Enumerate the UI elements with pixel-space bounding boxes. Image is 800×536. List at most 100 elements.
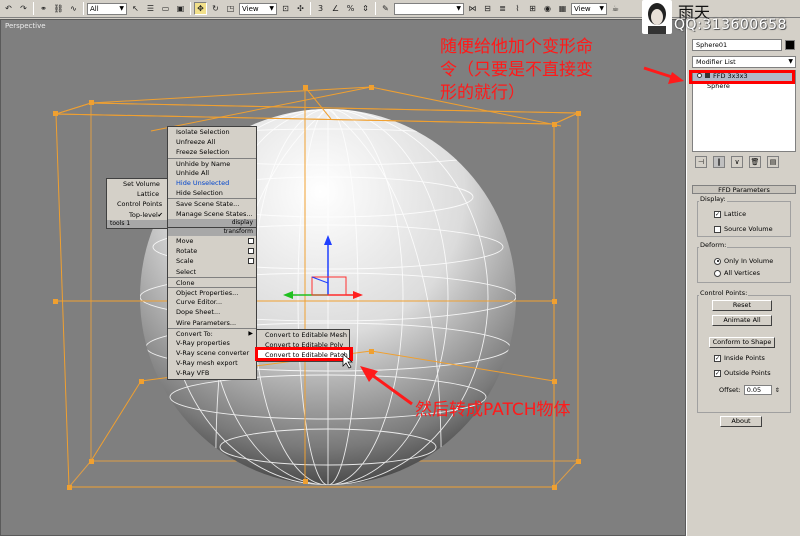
render-view-dropdown[interactable]: View ▼ bbox=[571, 2, 607, 15]
outside-points-checkbox[interactable]: ✓ Outside Points bbox=[714, 369, 771, 377]
redo-icon[interactable]: ↷ bbox=[17, 2, 30, 15]
angle-snap-icon[interactable]: ∠ bbox=[329, 2, 342, 15]
bind-spacewarp-icon[interactable]: ∿ bbox=[67, 2, 80, 15]
menu-item-vray-properties[interactable]: V-Ray properties bbox=[168, 338, 256, 348]
mirror-icon[interactable]: ⋈ bbox=[466, 2, 479, 15]
ffd-parameters-rollout[interactable]: FFD Parameters bbox=[692, 185, 796, 194]
select-object-icon[interactable]: ↖ bbox=[129, 2, 142, 15]
menu-item-label: Lattice bbox=[137, 190, 160, 199]
menu-item-set-volume[interactable]: Set Volume bbox=[107, 179, 167, 189]
menu-item-unhide-all[interactable]: Unhide All bbox=[168, 168, 256, 178]
menu-item-save-scene-state[interactable]: Save Scene State... bbox=[168, 198, 256, 208]
stack-item-label: Sphere bbox=[707, 82, 730, 90]
menu-item-vray-scene-converter[interactable]: V-Ray scene converter bbox=[168, 348, 256, 358]
rotate-icon[interactable]: ↻ bbox=[209, 2, 222, 15]
menu-item-hide-selection[interactable]: Hide Selection bbox=[168, 188, 256, 198]
menu-item-isolate-selection[interactable]: Isolate Selection bbox=[168, 127, 256, 137]
menu-item-unhide-by-name[interactable]: Unhide by Name bbox=[168, 157, 256, 168]
material-editor-icon[interactable]: ◉ bbox=[541, 2, 554, 15]
scale-icon[interactable]: ◳ bbox=[224, 2, 237, 15]
menu-item-convert-to[interactable]: Convert To: ▶ bbox=[168, 327, 256, 338]
bulb-icon[interactable] bbox=[697, 73, 702, 78]
about-button[interactable]: About bbox=[720, 416, 762, 427]
menu-item-label: Save Scene State... bbox=[176, 200, 240, 209]
select-manipulate-icon[interactable]: ✣ bbox=[294, 2, 307, 15]
offset-spinner[interactable]: Offset: 0.05 ⇕ bbox=[719, 385, 780, 395]
spinner-arrows-icon[interactable]: ⇕ bbox=[775, 387, 780, 394]
menu-item-convert-editable-mesh[interactable]: Convert to Editable Mesh bbox=[257, 330, 349, 340]
menu-item-label: Curve Editor... bbox=[176, 298, 223, 307]
select-by-name-icon[interactable]: ☰ bbox=[144, 2, 157, 15]
schematic-view-icon[interactable]: ⊞ bbox=[526, 2, 539, 15]
snap-toggle-icon[interactable]: 3 bbox=[314, 2, 327, 15]
object-name-field[interactable]: Sphere01 bbox=[692, 39, 782, 51]
pivot-center-icon[interactable]: ⊡ bbox=[279, 2, 292, 15]
modifier-list-dropdown[interactable]: Modifier List ▼ bbox=[692, 56, 796, 68]
menu-item-vray-mesh-export[interactable]: V-Ray mesh export bbox=[168, 358, 256, 368]
animate-all-button[interactable]: Animate All bbox=[712, 315, 772, 326]
menu-item-clone[interactable]: Clone bbox=[168, 276, 256, 287]
unlink-icon[interactable]: ⛓ bbox=[52, 2, 65, 15]
settings-box-icon[interactable] bbox=[248, 238, 254, 244]
make-unique-icon[interactable]: ∨ bbox=[731, 156, 743, 168]
pin-stack-icon[interactable]: ⊣ bbox=[695, 156, 707, 168]
source-volume-checkbox[interactable]: Source Volume bbox=[714, 225, 773, 233]
stack-item-ffd[interactable]: FFD 3x3x3 bbox=[693, 71, 795, 81]
object-color-swatch[interactable] bbox=[785, 40, 795, 50]
move-icon[interactable]: ✥ bbox=[194, 2, 207, 15]
menu-item-hide-unselected[interactable]: Hide Unselected bbox=[168, 178, 256, 188]
all-vertices-radio[interactable]: All Vertices bbox=[714, 269, 760, 277]
rect-selection-icon[interactable]: ▭ bbox=[159, 2, 172, 15]
lattice-checkbox[interactable]: ✓ Lattice bbox=[714, 210, 746, 218]
named-selection-icon[interactable]: ✎ bbox=[379, 2, 392, 15]
curve-editor-icon[interactable]: ⌇ bbox=[511, 2, 524, 15]
undo-icon[interactable]: ↶ bbox=[2, 2, 15, 15]
quad-menu-tools1: Set Volume Lattice Control Points Top-le… bbox=[106, 178, 168, 229]
inside-points-checkbox[interactable]: ✓ Inside Points bbox=[714, 354, 765, 362]
menu-item-convert-editable-patch[interactable]: Convert to Editable Patch bbox=[257, 350, 349, 361]
remove-modifier-icon[interactable]: 🗑 bbox=[749, 156, 761, 168]
conform-to-shape-button[interactable]: Conform to Shape bbox=[709, 337, 775, 348]
menu-item-move[interactable]: Move bbox=[168, 236, 256, 246]
menu-item-top-level[interactable]: Top-level ✔ bbox=[107, 210, 167, 220]
render-setup-icon[interactable]: ▦ bbox=[556, 2, 569, 15]
menu-item-control-points[interactable]: Control Points bbox=[107, 199, 167, 209]
quick-render-icon[interactable]: ☕ bbox=[609, 2, 622, 15]
menu-item-convert-editable-poly[interactable]: Convert to Editable Poly bbox=[257, 340, 349, 350]
menu-item-scale[interactable]: Scale bbox=[168, 256, 256, 266]
menu-item-freeze-selection[interactable]: Freeze Selection bbox=[168, 147, 256, 157]
modifier-stack[interactable]: FFD 3x3x3 Sphere bbox=[692, 70, 796, 152]
align-icon[interactable]: ⊟ bbox=[481, 2, 494, 15]
perspective-viewport[interactable]: Perspective bbox=[0, 19, 686, 536]
settings-box-icon[interactable] bbox=[248, 258, 254, 265]
percent-snap-icon[interactable]: % bbox=[344, 2, 357, 15]
menu-item-rotate[interactable]: Rotate bbox=[168, 246, 256, 256]
all-vertices-label: All Vertices bbox=[724, 269, 761, 277]
named-selection-dropdown[interactable]: ▼ bbox=[394, 2, 464, 15]
reference-coordinate-dropdown[interactable]: View ▼ bbox=[239, 2, 277, 15]
select-link-icon[interactable]: ⚭ bbox=[37, 2, 50, 15]
toolbar-separator bbox=[33, 2, 34, 15]
show-end-result-icon[interactable]: ‖ bbox=[713, 156, 725, 168]
menu-item-curve-editor[interactable]: Curve Editor... bbox=[168, 297, 256, 307]
settings-box-icon[interactable] bbox=[248, 248, 254, 255]
menu-item-wire-parameters[interactable]: Wire Parameters... bbox=[168, 318, 256, 328]
stack-item-sphere[interactable]: Sphere bbox=[693, 81, 795, 91]
menu-item-unfreeze-all[interactable]: Unfreeze All bbox=[168, 137, 256, 147]
expand-icon[interactable] bbox=[705, 73, 710, 78]
only-in-volume-radio[interactable]: Only In Volume bbox=[714, 257, 773, 265]
menu-item-manage-scene-states[interactable]: Manage Scene States... bbox=[168, 209, 256, 219]
menu-item-vray-vfb[interactable]: V-Ray VFB bbox=[168, 368, 256, 378]
spinner-snap-icon[interactable]: ⇕ bbox=[359, 2, 372, 15]
menu-item-lattice[interactable]: Lattice bbox=[107, 189, 167, 199]
window-crossing-icon[interactable]: ▣ bbox=[174, 2, 187, 15]
configure-sets-icon[interactable]: ▤ bbox=[767, 156, 779, 168]
menu-item-label: Scale bbox=[176, 257, 194, 266]
menu-item-dope-sheet[interactable]: Dope Sheet... bbox=[168, 307, 256, 317]
layer-manager-icon[interactable]: ≣ bbox=[496, 2, 509, 15]
menu-item-object-properties[interactable]: Object Properties... bbox=[168, 286, 256, 297]
reset-button[interactable]: Reset bbox=[712, 300, 772, 311]
selection-filter-dropdown[interactable]: All ▼ bbox=[87, 2, 127, 15]
offset-value[interactable]: 0.05 bbox=[743, 385, 772, 395]
menu-item-select[interactable]: Select bbox=[168, 267, 256, 277]
